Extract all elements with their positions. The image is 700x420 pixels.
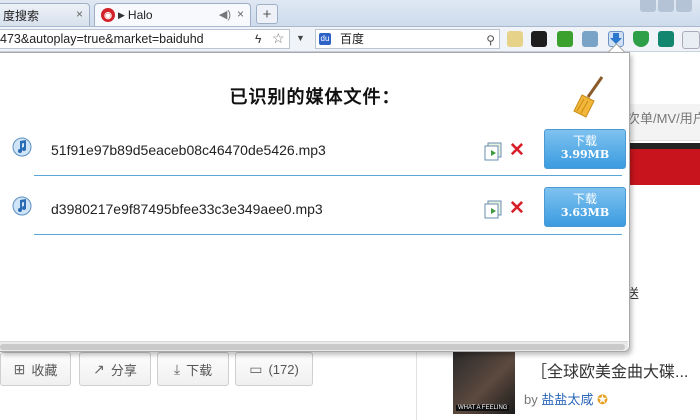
- album-caption: WHAT A FEELING: [456, 405, 510, 411]
- add-to-playlist-icon[interactable]: [484, 199, 504, 219]
- tab-halo[interactable]: ◉ ▶ Halo ◀) ×: [94, 3, 251, 26]
- scrollbar-thumb[interactable]: [0, 344, 625, 350]
- file-size: 3.99MB: [560, 148, 610, 161]
- vpn-icon[interactable]: [658, 31, 674, 47]
- album-cover[interactable]: WHAT A FEELING: [453, 352, 515, 414]
- window-control-button[interactable]: [640, 0, 656, 12]
- download-label: 下载: [572, 192, 597, 206]
- delete-icon[interactable]: ✕: [509, 141, 525, 161]
- window-control-button[interactable]: [676, 0, 692, 12]
- recommend-author-line: by 盐盐太咸 ✪: [524, 389, 608, 408]
- row-divider: [34, 234, 622, 235]
- close-icon[interactable]: ×: [237, 7, 244, 21]
- comment-icon: ▭: [249, 360, 263, 377]
- settings-extension-icon[interactable]: [531, 31, 547, 47]
- bookmark-star-icon[interactable]: ☆: [272, 30, 285, 47]
- tab-label: Halo: [127, 8, 153, 22]
- download-icon: ⤓: [173, 360, 181, 377]
- download-file-button[interactable]: 下载 3.63MB: [544, 187, 626, 227]
- lightning-icon[interactable]: ϟ: [255, 32, 261, 46]
- side-nav-text[interactable]: 次单/MV/用户: [627, 108, 700, 127]
- audio-file-icon: [12, 196, 32, 216]
- share-icon: ↗: [93, 360, 105, 377]
- money-extension-icon[interactable]: [557, 31, 573, 47]
- new-tab-button[interactable]: +: [256, 4, 278, 24]
- image-extension-icon[interactable]: [582, 31, 598, 47]
- search-engine-label: 百度: [340, 32, 365, 46]
- brand-banner: [628, 143, 700, 185]
- delete-icon[interactable]: ✕: [509, 199, 525, 219]
- media-file-name: 51f91e97b89d5eaceb08c46470de5426.mp3: [51, 142, 326, 158]
- audio-file-icon: [12, 137, 32, 157]
- download-file-button[interactable]: 下载 3.99MB: [544, 129, 626, 169]
- address-bar[interactable]: 473&autoplay=true&market=baiduhd: [0, 29, 290, 49]
- media-file-name: d3980217e9f87495bfee33c3e349aee0.mp3: [51, 201, 323, 217]
- divider: [416, 348, 417, 420]
- close-icon[interactable]: ×: [76, 7, 83, 21]
- recommend-title[interactable]: ［全球欧美金曲大碟...: [531, 358, 688, 382]
- tab-strip: 度搜索 × ◉ ▶ Halo ◀) × +: [0, 0, 700, 27]
- author-link[interactable]: 盐盐太咸: [541, 392, 593, 407]
- by-label: by: [524, 392, 538, 407]
- translate-extension-icon[interactable]: [507, 31, 523, 47]
- share-label: 分享: [110, 362, 137, 378]
- play-icon: ▶: [118, 9, 125, 20]
- address-text: 473&autoplay=true&market=baiduhd: [0, 32, 204, 46]
- add-to-playlist-icon[interactable]: [484, 141, 504, 161]
- refresh-icon[interactable]: [682, 31, 700, 49]
- broom-clear-icon[interactable]: [572, 75, 608, 119]
- tab-label: 度搜索: [3, 8, 40, 23]
- plus-icon: ⊞: [13, 360, 26, 377]
- popup-title: 已识别的媒体文件：: [229, 87, 401, 108]
- window-control-button[interactable]: [658, 0, 674, 12]
- horizontal-scrollbar[interactable]: [0, 341, 628, 351]
- chevron-down-icon[interactable]: ▼: [296, 33, 305, 43]
- speaker-icon[interactable]: ◀): [219, 8, 231, 21]
- download-button[interactable]: ⤓ 下载: [157, 352, 229, 386]
- search-box[interactable]: du 百度 ⚲: [315, 29, 500, 49]
- shield-icon[interactable]: [633, 31, 649, 47]
- netease-music-icon: ◉: [101, 8, 115, 22]
- comment-count: (172): [268, 361, 299, 377]
- navigation-toolbar: 473&autoplay=true&market=baiduhd ϟ ☆ ▼ d…: [0, 27, 700, 52]
- star-badge-icon: ✪: [597, 392, 608, 407]
- search-icon[interactable]: ⚲: [486, 31, 495, 49]
- download-label: 下载: [186, 362, 213, 378]
- download-label: 下载: [572, 134, 597, 148]
- favorite-button[interactable]: ⊞ 收藏: [0, 352, 71, 386]
- media-files-popup: 已识别的媒体文件： 51f91e97b89d5eaceb08c46470de54…: [0, 52, 630, 352]
- baidu-logo-icon: du: [319, 33, 331, 45]
- share-button[interactable]: ↗ 分享: [79, 352, 151, 386]
- comment-button[interactable]: ▭ (172): [235, 352, 313, 386]
- row-divider: [34, 175, 622, 176]
- tab-baidu-search[interactable]: 度搜索 ×: [0, 3, 90, 26]
- file-size: 3.63MB: [560, 206, 610, 219]
- favorite-label: 收藏: [31, 362, 58, 378]
